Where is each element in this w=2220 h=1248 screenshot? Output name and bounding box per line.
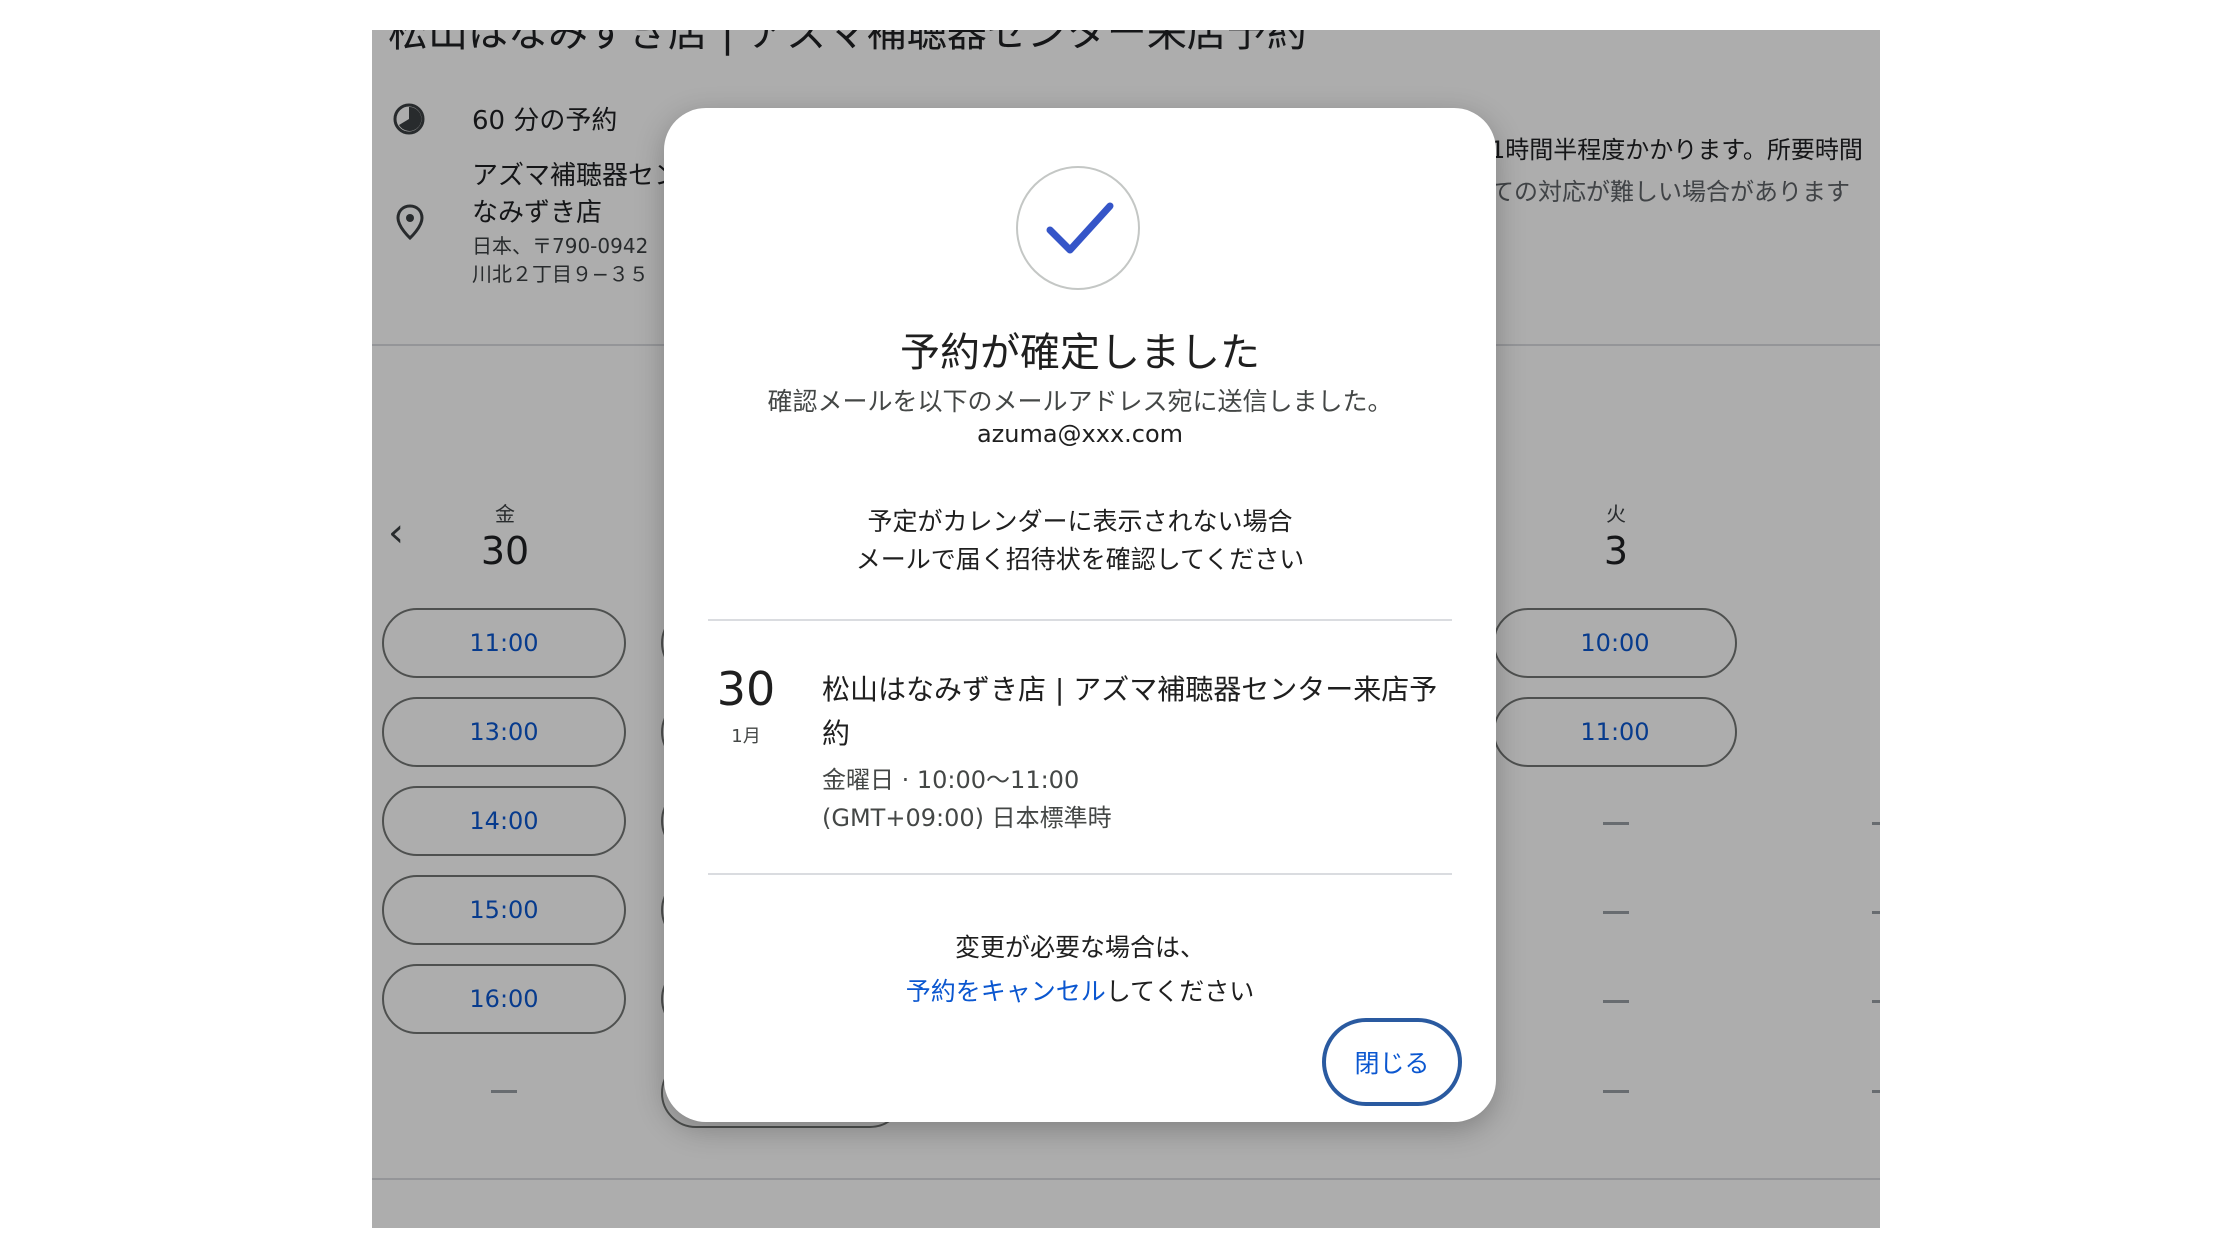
booking-confirmation-dialog: 予約が確定しました 確認メールを以下のメールアドレス宛に送信しました。 azum… [664, 108, 1496, 1122]
event-time: 金曜日 · 10:00〜11:00 [822, 766, 1080, 794]
dialog-title: 予約が確定しました [900, 330, 1260, 376]
cancel-line: 予約をキャンセルしてください [664, 972, 1496, 1008]
cancel-suffix: してください [1105, 977, 1255, 1006]
change-text: 変更が必要な場合は、 [954, 933, 1205, 962]
confirmation-email: azuma@xxx.com [976, 420, 1184, 448]
check-circle [1016, 166, 1140, 290]
calendar-note-1: 予定がカレンダーに表示されない場合 [867, 507, 1293, 536]
event-month: 1月 [731, 726, 761, 747]
event-timezone: (GMT+09:00) 日本標準時 [822, 804, 1112, 832]
event-title: 松山はなみずき店 | アズマ補聴器センター来店予約 [822, 673, 1438, 750]
checkmark-icon [1046, 202, 1114, 254]
dialog-divider [708, 619, 1452, 621]
calendar-note-2: メールで届く招待状を確認してください [855, 545, 1305, 574]
event-day: 30 [716, 662, 776, 716]
dialog-subtitle: 確認メールを以下のメールアドレス宛に送信しました。 [767, 387, 1393, 416]
cancel-booking-link[interactable]: 予約をキャンセル [906, 977, 1106, 1006]
close-button[interactable]: 閉じる [1322, 1018, 1462, 1106]
dialog-divider [708, 873, 1452, 875]
